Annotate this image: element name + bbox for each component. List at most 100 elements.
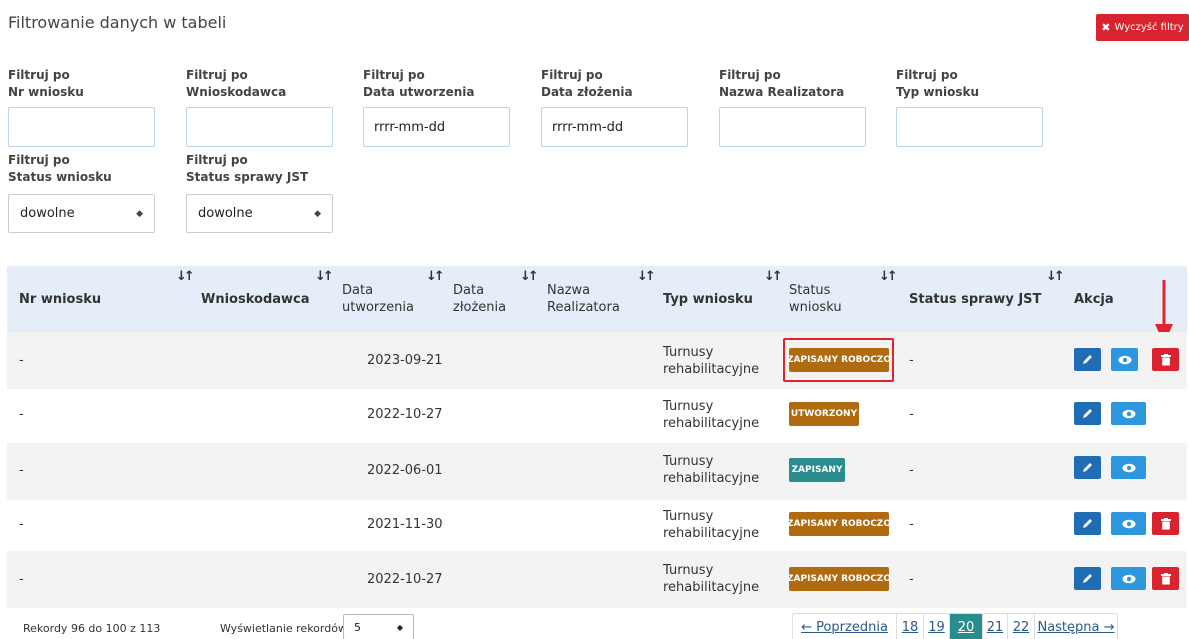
filter-data-zlozenia-input[interactable]: rrrr-mm-dd	[541, 107, 688, 147]
edit-button[interactable]	[1074, 456, 1101, 479]
pencil-icon	[1083, 574, 1092, 583]
status-badge: ZAPISANY ROBOCZO	[787, 348, 891, 372]
cell-nr-wniosku: -	[19, 517, 24, 532]
column-header-akcja: Akcja	[1074, 292, 1114, 307]
filter-typ-wniosku-input[interactable]	[896, 107, 1043, 147]
sort-arrows-icon[interactable]: ↓↑	[637, 269, 656, 284]
select-value: dowolne	[198, 206, 253, 221]
filter-wnioskodawca-input[interactable]	[186, 107, 333, 147]
filter-label-line2: Nr wniosku	[8, 85, 84, 99]
sort-arrows-icon[interactable]: ↓↑	[426, 269, 445, 284]
sort-arrows-icon[interactable]: ↓↑	[764, 269, 783, 284]
column-header-status-wniosku[interactable]: Status wniosku	[789, 282, 842, 316]
view-button[interactable]	[1111, 512, 1146, 535]
pencil-icon	[1083, 409, 1092, 418]
status-sprawy-jst-select[interactable]: dowolne ◆	[186, 194, 333, 233]
column-header-line2: złożenia	[453, 300, 507, 315]
cell-data-utworzenia: 2021-11-30	[367, 517, 443, 532]
pagination-page[interactable]: 19	[924, 614, 950, 639]
sort-arrows-icon[interactable]: ↓↑	[1046, 269, 1065, 284]
select-value: dowolne	[20, 206, 75, 221]
status-badge: ZAPISANY	[789, 458, 845, 482]
filter-data-utworzenia-input[interactable]: rrrr-mm-dd	[363, 107, 510, 147]
page-title: Filtrowanie danych w tabeli	[8, 13, 227, 32]
filter-label-line2: Data utworzenia	[363, 85, 475, 99]
column-header-data-zlozenia[interactable]: Data złożenia	[453, 282, 506, 316]
column-header-line2: Realizatora	[547, 300, 620, 315]
updown-arrow-icon: ◆	[396, 622, 403, 632]
filter-label-line1: Filtruj po	[8, 68, 70, 82]
pagination-page[interactable]: 22	[1008, 614, 1035, 639]
delete-button[interactable]	[1152, 512, 1179, 535]
typ-line1: Turnusy	[663, 563, 714, 578]
eye-icon	[1122, 463, 1135, 472]
filter-nazwa-realizatora-input[interactable]	[719, 107, 866, 147]
column-header-line2: utworzenia	[342, 300, 414, 315]
filter-label-line1: Filtruj po	[363, 68, 425, 82]
view-button[interactable]	[1111, 348, 1138, 371]
eye-icon	[1118, 355, 1131, 364]
typ-line1: Turnusy	[663, 454, 714, 469]
table-row	[7, 443, 1187, 500]
view-button[interactable]	[1111, 402, 1146, 425]
delete-button[interactable]	[1152, 348, 1179, 371]
filter-label-line2: Typ wniosku	[896, 85, 980, 99]
cell-nr-wniosku: -	[19, 463, 24, 478]
column-header-line1: Status	[789, 283, 831, 298]
filter-wnioskodawca: Filtruj po Wnioskodawca	[186, 67, 286, 101]
column-header-data-utworzenia[interactable]: Data utworzenia	[342, 282, 414, 316]
edit-button[interactable]	[1074, 348, 1101, 371]
clear-filters-button[interactable]: ✖ Wyczyść filtry	[1096, 14, 1189, 41]
updown-arrow-icon: ◆	[136, 208, 143, 219]
column-header-typ-wniosku[interactable]: Typ wniosku	[663, 291, 753, 308]
filter-typ-wniosku: Filtruj po Typ wniosku	[896, 67, 979, 101]
cell-data-utworzenia: 2023-09-21	[367, 353, 443, 368]
filter-label-line1: Filtruj po	[186, 153, 248, 167]
sort-arrows-icon[interactable]: ↓↑	[520, 269, 539, 284]
pagination-page-active[interactable]: 20	[950, 614, 983, 639]
cell-nr-wniosku: -	[19, 407, 24, 422]
sort-arrows-icon[interactable]: ↓↑	[315, 269, 334, 284]
cell-status-sprawy-jst: -	[909, 572, 914, 587]
per-page-select[interactable]: 5 ◆	[343, 614, 414, 639]
select-value: 5	[354, 620, 361, 634]
pencil-icon	[1083, 519, 1092, 528]
cell-status-sprawy-jst: -	[909, 353, 914, 368]
column-header-line2: wniosku	[789, 300, 842, 315]
pagination-page[interactable]: 21	[983, 614, 1008, 639]
typ-line2: rehabilitacyjne	[663, 362, 760, 377]
cell-typ-wniosku: Turnusy rehabilitacyjne	[663, 398, 759, 432]
filter-data-zlozenia: Filtruj po Data złożenia	[541, 67, 633, 101]
column-header-nazwa-realizatora[interactable]: Nazwa Realizatora	[547, 282, 620, 316]
column-header-wnioskodawca[interactable]: Wnioskodawca	[201, 291, 310, 308]
sort-arrows-icon[interactable]: ↓↑	[176, 269, 195, 284]
view-button[interactable]	[1111, 567, 1146, 590]
status-badge: ZAPISANY ROBOCZO	[787, 512, 891, 536]
edit-button[interactable]	[1074, 402, 1101, 425]
typ-line1: Turnusy	[663, 509, 714, 524]
pagination-next[interactable]: Następna →	[1035, 614, 1117, 639]
typ-line1: Turnusy	[663, 345, 714, 360]
trash-icon	[1160, 517, 1171, 529]
sort-arrows-icon[interactable]: ↓↑	[879, 269, 898, 284]
column-header-nr-wniosku[interactable]: Nr wniosku	[19, 291, 101, 308]
pagination-page[interactable]: 18	[897, 614, 924, 639]
eye-icon	[1122, 409, 1135, 418]
cell-data-utworzenia: 2022-10-27	[367, 407, 443, 422]
typ-line2: rehabilitacyjne	[663, 526, 760, 541]
edit-button[interactable]	[1074, 567, 1101, 590]
filter-nazwa-realizatora: Filtruj po Nazwa Realizatora	[719, 67, 844, 101]
pagination-prev[interactable]: ← Poprzednia	[793, 614, 897, 639]
column-header-status-sprawy-jst[interactable]: Status sprawy JST	[909, 291, 1041, 308]
cell-nr-wniosku: -	[19, 353, 24, 368]
typ-line1: Turnusy	[663, 399, 714, 414]
edit-button[interactable]	[1074, 512, 1101, 535]
filter-label-line2: Data złożenia	[541, 85, 633, 99]
filter-nr-wniosku-input[interactable]	[8, 107, 155, 147]
delete-button[interactable]	[1152, 567, 1179, 590]
status-badge: UTWORZONY	[789, 402, 859, 426]
filter-label-line1: Filtruj po	[719, 68, 781, 82]
pencil-icon	[1083, 355, 1092, 364]
status-wniosku-select[interactable]: dowolne ◆	[8, 194, 155, 233]
view-button[interactable]	[1111, 456, 1146, 479]
